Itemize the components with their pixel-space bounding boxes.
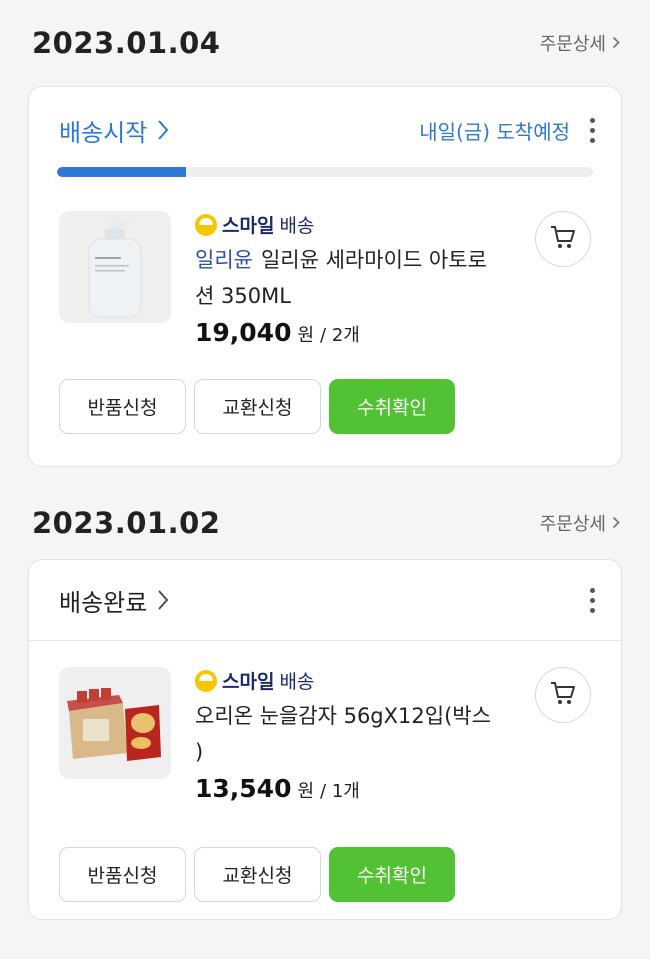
exchange-request-button[interactable]: 교환신청	[194, 847, 321, 902]
delivery-status-link[interactable]: 배송완료	[59, 583, 169, 618]
delivery-progress-fill	[57, 167, 186, 177]
order-date: 2023.01.04	[32, 26, 221, 60]
order-header: 2023.01.04 주문상세	[0, 0, 650, 86]
product-price: 19,040	[195, 318, 292, 347]
currency-label: 원	[297, 325, 315, 346]
add-to-cart-button[interactable]	[535, 211, 591, 267]
currency-label: 원	[297, 781, 315, 802]
delivery-progress-bar	[57, 167, 593, 177]
product-brand[interactable]: 일리윤	[195, 248, 253, 272]
chevron-right-icon	[157, 589, 169, 611]
smile-icon	[195, 213, 217, 236]
chevron-right-icon	[612, 33, 620, 54]
product-image[interactable]	[59, 667, 171, 779]
product-image[interactable]	[59, 211, 171, 323]
return-request-button[interactable]: 반품신청	[59, 847, 186, 902]
product-quantity: / 2개	[320, 325, 360, 346]
order-item[interactable]: 스마일 배송 일리윤 일리윤 세라마이드 아토로 션 350ML 19,040 원 …	[29, 211, 621, 347]
confirm-receipt-button[interactable]: 수취확인	[329, 847, 455, 902]
smile-icon	[195, 669, 217, 692]
cart-icon	[550, 225, 576, 253]
delivery-status: 배송시작	[59, 118, 148, 147]
order-actions: 반품신청 교환신청 수취확인	[29, 847, 621, 902]
return-request-button[interactable]: 반품신청	[59, 379, 186, 434]
product-info: 스마일 배송 오리온 눈을감자 56gX12입(박스 ) 13,540 원 / 1…	[195, 667, 591, 803]
card-divider	[29, 640, 621, 641]
order-date: 2023.01.02	[32, 506, 221, 540]
order-header: 2023.01.02 주문상세	[0, 487, 650, 559]
order-card: 배송완료 스마일 배송 오리온 눈을감자 56gX12입(박스) 13,540…	[28, 559, 622, 920]
order-item[interactable]: 스마일 배송 오리온 눈을감자 56gX12입(박스 ) 13,540 원 / 1…	[29, 667, 621, 803]
order-group-1: 2023.01.04 주문상세 배송시작 내일(금) 도착예정 스마일 배송 일…	[0, 0, 650, 467]
chevron-right-icon	[157, 119, 169, 141]
order-detail-link[interactable]: 주문상세	[540, 510, 620, 536]
more-options-icon[interactable]	[588, 584, 597, 617]
product-quantity: / 1개	[320, 781, 360, 802]
smile-delivery-badge: 스마일 배송	[195, 211, 521, 238]
price-row: 13,540 원 / 1개	[195, 774, 521, 803]
delivery-status-link[interactable]: 배송시작	[59, 113, 169, 148]
order-group-2: 2023.01.02 주문상세 배송완료 스마일 배송 오리온 눈을감자 56g…	[0, 487, 650, 920]
confirm-receipt-button[interactable]: 수취확인	[329, 379, 455, 434]
exchange-request-button[interactable]: 교환신청	[194, 379, 321, 434]
delivery-eta: 내일(금) 도착예정	[419, 119, 570, 144]
card-header: 배송완료	[29, 560, 621, 640]
product-price: 13,540	[195, 774, 292, 803]
order-card: 배송시작 내일(금) 도착예정 스마일 배송 일리윤 일리윤 세라마이드 아토로…	[28, 86, 622, 467]
product-title[interactable]: 일리윤 일리윤 세라마이드 아토로 션 350ML	[195, 242, 521, 314]
order-detail-label: 주문상세	[539, 514, 606, 535]
delivery-status: 배송완료	[59, 588, 148, 617]
smile-delivery-badge: 스마일 배송	[195, 667, 521, 694]
price-row: 19,040 원 / 2개	[195, 318, 521, 347]
add-to-cart-button[interactable]	[535, 667, 591, 723]
more-options-icon[interactable]	[588, 114, 597, 147]
order-detail-label: 주문상세	[539, 34, 606, 55]
order-actions: 반품신청 교환신청 수취확인	[29, 379, 621, 434]
product-title[interactable]: 오리온 눈을감자 56gX12입(박스 )	[195, 698, 521, 770]
card-header: 배송시작 내일(금) 도착예정	[29, 87, 621, 167]
product-info: 스마일 배송 일리윤 일리윤 세라마이드 아토로 션 350ML 19,040 원 …	[195, 211, 591, 347]
cart-icon	[550, 681, 576, 709]
order-detail-link[interactable]: 주문상세	[540, 30, 620, 56]
chevron-right-icon	[612, 513, 620, 534]
